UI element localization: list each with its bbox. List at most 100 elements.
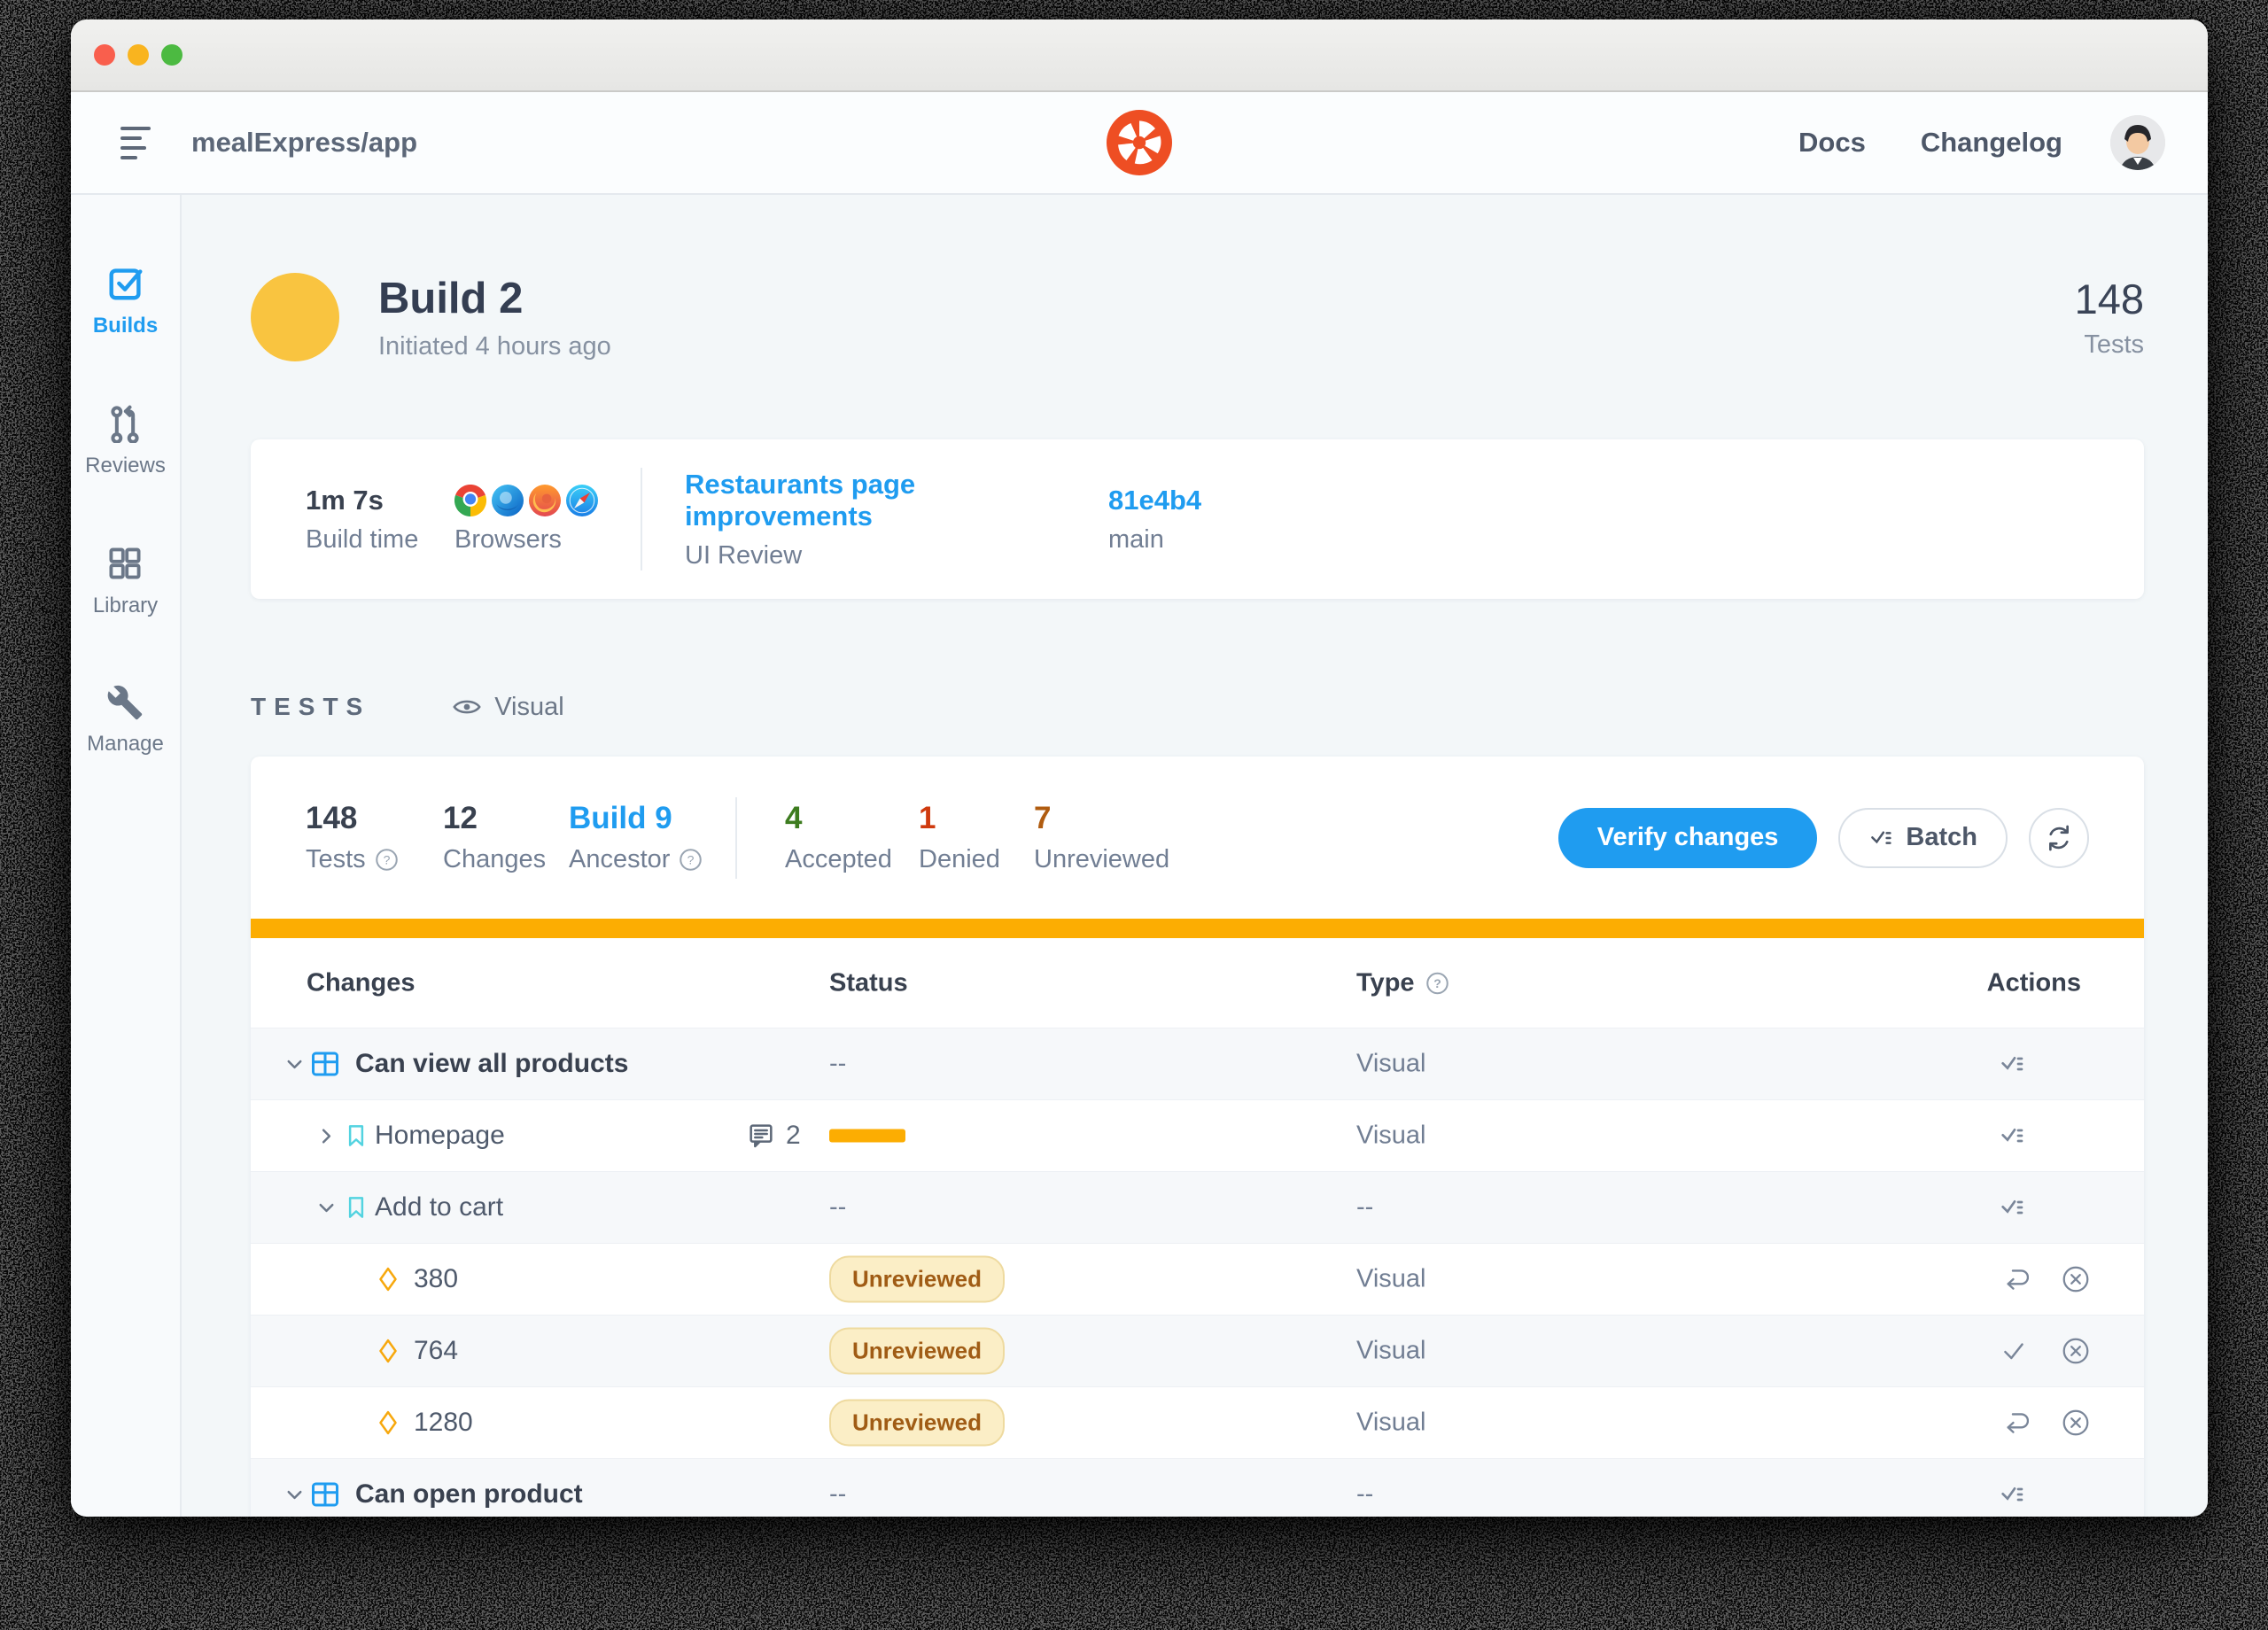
- minimize-window-button[interactable]: [128, 44, 149, 66]
- batch-check-icon: [1871, 831, 1892, 844]
- test-suite-icon: [312, 1052, 338, 1076]
- table-row[interactable]: 380 Unreviewed Visual: [251, 1243, 2144, 1315]
- sidebar: Builds Reviews Library Manage: [71, 195, 182, 1517]
- test-name: Add to cart: [375, 1192, 504, 1222]
- comments-indicator[interactable]: 2: [747, 1121, 801, 1151]
- test-name: Can open product: [355, 1479, 583, 1509]
- table-row[interactable]: Add to cart -- --: [251, 1171, 2144, 1243]
- table-row[interactable]: 1280 Unreviewed Visual: [251, 1386, 2144, 1458]
- divider: [735, 796, 737, 879]
- main-content: Build 2 Initiated 4 hours ago 148 Tests …: [182, 195, 2208, 1517]
- chevron-right-icon[interactable]: [315, 1124, 338, 1148]
- verify-changes-button[interactable]: Verify changes: [1557, 807, 1818, 868]
- grid-icon: [109, 547, 141, 579]
- visual-filter-label: Visual: [494, 692, 564, 721]
- review-title-link[interactable]: Restaurants page improvements: [685, 469, 1108, 532]
- deny-circle-icon[interactable]: [2061, 1336, 2091, 1366]
- type-value: Visual: [1356, 1336, 1426, 1365]
- user-avatar[interactable]: [2110, 115, 2165, 170]
- column-changes: Changes: [307, 968, 416, 997]
- deny-circle-icon[interactable]: [2061, 1408, 2091, 1438]
- project-name: mealExpress/app: [191, 127, 418, 158]
- safari-icon: [566, 484, 598, 516]
- table-header: Changes Status Type ? Actions: [251, 938, 2144, 1028]
- tests-card: 148 Tests ? 12 Changes Build 9 Ancestor …: [251, 757, 2144, 1517]
- sidebar-item-builds[interactable]: Builds: [93, 262, 158, 338]
- stat-tests: 148 Tests ?: [306, 801, 443, 874]
- build-header: Build 2 Initiated 4 hours ago 148 Tests: [251, 273, 2144, 361]
- batch-actions-icon[interactable]: [1999, 1193, 2027, 1222]
- sidebar-item-label: Manage: [87, 732, 164, 756]
- svg-text:?: ?: [383, 853, 390, 867]
- eye-icon: [453, 700, 481, 714]
- batch-actions-icon[interactable]: [1999, 1480, 2027, 1509]
- batch-button[interactable]: Batch: [1838, 807, 2008, 868]
- changelog-link[interactable]: Changelog: [1921, 127, 2062, 159]
- accept-check-icon[interactable]: [1999, 1336, 2029, 1366]
- status-value: --: [829, 1479, 847, 1509]
- undo-icon[interactable]: [1999, 1264, 2029, 1294]
- browsers: Browsers: [454, 484, 598, 555]
- page-title: Build 2: [378, 274, 524, 322]
- build-subtitle: Initiated 4 hours ago: [378, 331, 611, 361]
- app-logo-icon[interactable]: [1107, 110, 1172, 175]
- help-icon[interactable]: ?: [679, 848, 703, 872]
- edge-icon: [492, 484, 524, 516]
- branch-label: main: [1108, 524, 1164, 554]
- close-window-button[interactable]: [94, 44, 115, 66]
- snapshot-diamond-icon: [379, 1410, 397, 1435]
- help-icon[interactable]: ?: [1425, 971, 1449, 995]
- commit-link[interactable]: 81e4b4: [1108, 485, 1201, 516]
- deny-circle-icon[interactable]: [2061, 1264, 2091, 1294]
- visual-filter[interactable]: Visual: [452, 692, 564, 722]
- batch-actions-icon[interactable]: [1999, 1122, 2027, 1150]
- sidebar-item-label: Library: [92, 594, 159, 617]
- svg-text:?: ?: [687, 853, 695, 867]
- stat-denied: 1 Denied: [919, 801, 1000, 873]
- bookmark-icon: [348, 1197, 364, 1218]
- build-time: 1m 7s Build time: [306, 485, 454, 555]
- tests-toolbar: Verify changes Batch: [1557, 807, 2089, 868]
- tests-count-summary: 148 Tests: [2075, 275, 2144, 360]
- tests-section-header: TESTS Visual: [251, 687, 2144, 726]
- stat-changes: 12 Changes: [443, 801, 547, 873]
- status-progress-bar: [829, 1129, 905, 1143]
- type-value: --: [1356, 1192, 1374, 1222]
- type-value: Visual: [1356, 1049, 1426, 1078]
- build-time-label: Build time: [306, 524, 419, 554]
- batch-actions-icon[interactable]: [1999, 1050, 2027, 1078]
- type-value: --: [1356, 1479, 1374, 1509]
- table-row[interactable]: Can open product -- --: [251, 1458, 2144, 1517]
- sidebar-item-reviews[interactable]: Reviews: [85, 404, 166, 478]
- tests-count-label: Tests: [2084, 330, 2144, 359]
- sidebar-item-library[interactable]: Library: [93, 544, 158, 618]
- column-status: Status: [829, 968, 908, 997]
- status-badge: Unreviewed: [829, 1255, 1005, 1303]
- wrench-icon: [108, 685, 143, 720]
- firefox-icon: [529, 484, 561, 516]
- review-type-label: UI Review: [685, 540, 803, 570]
- sidebar-item-manage[interactable]: Manage: [87, 684, 164, 757]
- chevron-down-icon[interactable]: [315, 1196, 338, 1220]
- zoom-window-button[interactable]: [161, 44, 183, 66]
- svg-text:?: ?: [1433, 976, 1441, 990]
- sidebar-item-label: Builds: [92, 314, 159, 338]
- undo-icon[interactable]: [1999, 1408, 2029, 1438]
- menu-icon[interactable]: [120, 126, 151, 159]
- refresh-icon: [2049, 825, 2069, 850]
- table-row[interactable]: Homepage 2 Visual: [251, 1099, 2144, 1171]
- chevron-down-icon[interactable]: [283, 1483, 307, 1507]
- build-time-value: 1m 7s: [306, 484, 384, 516]
- docs-link[interactable]: Docs: [1798, 127, 1866, 159]
- help-icon[interactable]: ?: [375, 848, 399, 872]
- test-suite-icon: [312, 1482, 338, 1507]
- table-row[interactable]: Can view all products -- Visual: [251, 1028, 2144, 1099]
- refresh-button[interactable]: [2029, 807, 2089, 868]
- type-value: Visual: [1356, 1408, 1426, 1437]
- table-row[interactable]: 764 Unreviewed Visual: [251, 1315, 2144, 1386]
- ancestor-build-link[interactable]: Build 9: [569, 801, 716, 836]
- type-value: Visual: [1356, 1264, 1426, 1293]
- chevron-down-icon[interactable]: [283, 1052, 307, 1076]
- bookmark-icon: [348, 1125, 364, 1146]
- snapshot-diamond-icon: [379, 1339, 397, 1363]
